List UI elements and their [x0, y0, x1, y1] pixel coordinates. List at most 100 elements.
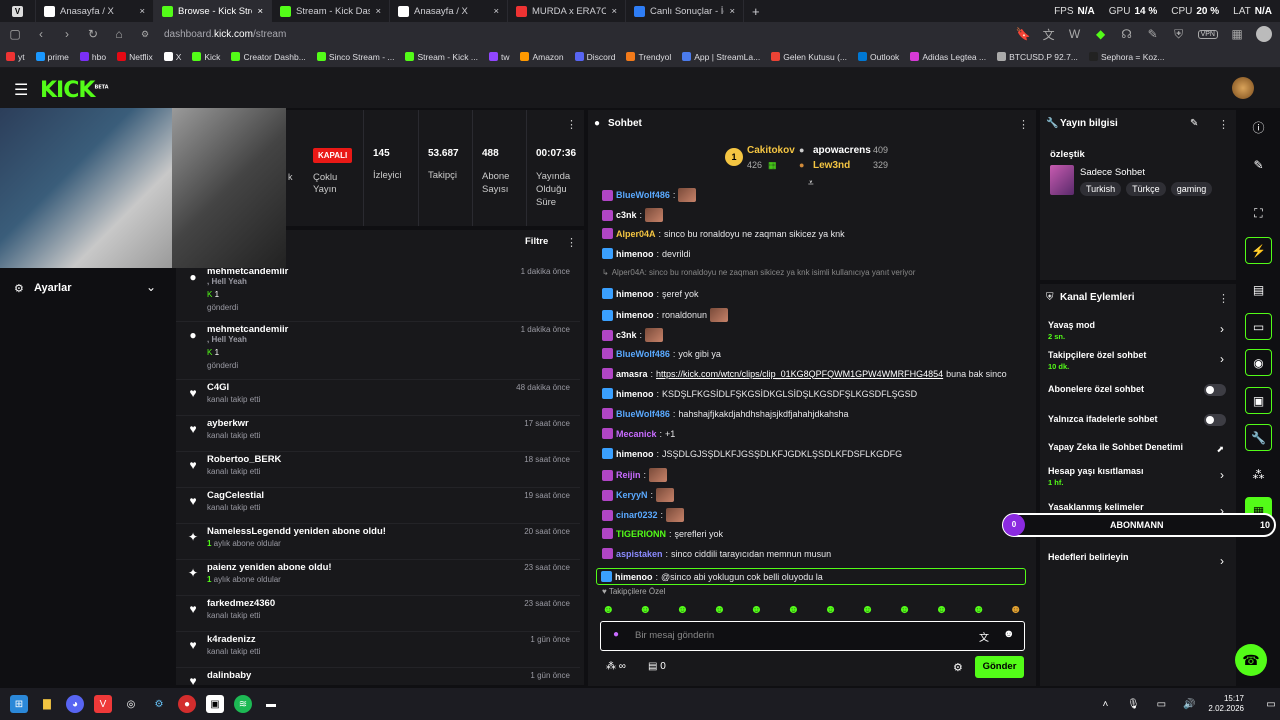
shield-extension-icon[interactable]: ⛨ [1172, 27, 1186, 42]
filter-button[interactable]: Filtre [525, 236, 548, 247]
bookmark-item[interactable]: Discord [574, 52, 615, 62]
network-tray-icon[interactable]: ▭ [1152, 695, 1170, 713]
chat-icon[interactable]: ▭ [1245, 313, 1272, 340]
chat-message[interactable]: himenoo: şeref yok [602, 288, 699, 299]
settings-label[interactable]: Ayarlar [34, 282, 72, 294]
bookmark-item[interactable]: App | StreamLa... [682, 52, 760, 62]
spotify-icon[interactable]: ≋ [234, 695, 252, 713]
close-tab-icon[interactable]: × [611, 6, 617, 17]
activity-item[interactable]: ♥ k4radenizz 1 gün önce kanalı takip etti [176, 632, 580, 668]
send-button[interactable]: Gönder [975, 656, 1024, 678]
discord-icon[interactable]: ◕ [66, 695, 84, 713]
emote-icon[interactable]: ☻ [935, 602, 948, 616]
chat-username[interactable]: Reijin [616, 470, 641, 480]
url-field[interactable]: dashboard.kick.com/stream [164, 29, 286, 40]
bookmark-item[interactable]: prime [35, 52, 69, 62]
bookmark-item[interactable]: Trendyol [626, 52, 671, 62]
emote-icon[interactable]: ☻ [787, 602, 800, 616]
browser-tab[interactable]: MURDA x ERA7CAPONE x × [508, 0, 626, 22]
close-tab-icon[interactable]: × [729, 6, 735, 17]
wifi-extension-icon[interactable]: ☊ [1120, 27, 1134, 41]
bookmark-item[interactable]: yt [6, 52, 25, 62]
media-icon[interactable]: ▣ [1245, 387, 1272, 414]
chat-username[interactable]: c3nk [616, 210, 637, 220]
activity-item[interactable]: ♥ dalinbaby 1 gün önce [176, 668, 580, 685]
more-options-icon[interactable]: ⋮ [566, 236, 577, 249]
back-icon[interactable]: ‹ [34, 27, 48, 41]
bookmark-item[interactable]: Sinco Stream - ... [316, 52, 394, 62]
tag-chip[interactable]: gaming [1170, 182, 1213, 196]
category-name[interactable]: Sadece Sohbet [1080, 167, 1145, 178]
profile-avatar-icon[interactable] [1256, 26, 1272, 42]
points-icon[interactable]: ⁂ ∞ [606, 661, 626, 672]
bookmark-item[interactable]: Gelen Kutusu (... [771, 52, 847, 62]
tag-chip[interactable]: Turkish [1080, 182, 1122, 196]
tools-icon[interactable]: 🔧 [1245, 424, 1272, 451]
chat-message[interactable]: himenoo: devrildi [602, 248, 691, 259]
chat-username[interactable]: c3nk [616, 330, 637, 340]
hamburger-menu-icon[interactable]: ☰ [14, 80, 28, 100]
emote-icon[interactable]: ☻ [602, 602, 615, 616]
chevron-down-icon[interactable]: ⌄ [146, 280, 156, 294]
chat-message[interactable]: Alper04A: sinco bu ronaldoyu ne zaqman si… [602, 228, 845, 239]
translate-icon[interactable]: 文 [1042, 26, 1056, 43]
bookmark-icon[interactable]: 🔖 [1016, 27, 1031, 41]
file-explorer-icon[interactable]: ▇ [38, 695, 56, 713]
chat-username[interactable]: aspistaken [616, 549, 663, 559]
chat-username[interactable]: cinar0232 [616, 510, 658, 520]
reload-icon[interactable]: ↻ [86, 27, 100, 41]
emote-icon[interactable]: ☻ [750, 602, 763, 616]
chat-username[interactable]: BlueWolf486 [616, 349, 670, 359]
chat-username[interactable]: TIGERIONN [616, 529, 666, 539]
close-tab-icon[interactable]: × [257, 6, 263, 17]
chevron-right-icon[interactable]: › [1220, 352, 1224, 366]
chat-message[interactable]: cinar0232: [602, 508, 685, 522]
emote-icon[interactable]: ☻ [713, 602, 726, 616]
chat-message[interactable]: TIGERIONN: şerefleri yok [602, 528, 723, 539]
chat-message[interactable]: BlueWolf486: hahshajfjkakdjahdhshajsjkdfj… [602, 408, 849, 419]
bookmark-item[interactable]: Sephora = Koz... [1088, 52, 1165, 62]
activity-item[interactable]: ♥ Robertoo_BERK 18 saat önce kanalı takip e… [176, 452, 580, 488]
bookmark-item[interactable]: Stream - Kick ... [405, 52, 478, 62]
bookmark-item[interactable]: X [163, 52, 181, 62]
close-tab-icon[interactable]: × [375, 6, 381, 17]
bookmark-item[interactable]: hbo [79, 52, 106, 62]
activity-item[interactable]: ♥ ayberkwr 17 saat önce kanalı takip etti [176, 416, 580, 452]
home-icon[interactable]: ⌂ [112, 27, 126, 41]
bookmark-item[interactable]: Creator Dashb... [231, 52, 306, 62]
fullscreen-icon[interactable]: ⛶ [1245, 200, 1272, 227]
chat-message[interactable]: himenoo: ronaldonun [602, 308, 729, 322]
chat-username[interactable]: Alper04A [616, 229, 656, 239]
chevron-right-icon[interactable]: › [1220, 322, 1224, 336]
extension-icon[interactable]: W [1068, 27, 1082, 41]
activity-item[interactable]: ♥ farkedmez4360 23 saat önce kanalı takip e… [176, 596, 580, 632]
emote-icon[interactable]: ☻ [824, 602, 837, 616]
mic-icon[interactable]: ● [613, 629, 619, 640]
chat-input[interactable]: Bir mesaj gönderin [635, 630, 714, 641]
info-icon[interactable]: ⓘ [1245, 114, 1272, 141]
chat-username[interactable]: himenoo [616, 389, 654, 399]
emote-icon[interactable]: ☻ [972, 602, 985, 616]
close-tab-icon[interactable]: × [139, 6, 145, 17]
emote-icon[interactable]: ☻ [898, 602, 911, 616]
edit-pencil-icon[interactable]: ✎ [1190, 118, 1198, 129]
emote-icon[interactable]: ☻ [861, 602, 874, 616]
store-icon[interactable]: ▤ 0 [648, 661, 666, 672]
bookmark-item[interactable]: BTCUSD.P 92.7... [997, 52, 1078, 62]
new-tab-button[interactable]: + [744, 0, 768, 22]
bookmark-item[interactable]: Adidas Legtea ... [910, 52, 986, 62]
channel-action-item[interactable]: Takipçilere özel sohbet 10 dk. › [1040, 350, 1236, 378]
chat-username[interactable]: KeryyN [616, 490, 648, 500]
edit-icon[interactable]: ✎ [1245, 151, 1272, 178]
close-tab-icon[interactable]: × [493, 6, 499, 17]
bookmark-item[interactable]: Kick [192, 52, 220, 62]
activity-item[interactable]: ✦ paienz yeniden abone oldu! 23 saat önce 1… [176, 560, 580, 596]
more-options-icon[interactable]: ⋮ [1018, 118, 1029, 131]
activity-item[interactable]: ✦ NamelessLegendd yeniden abone oldu! 20 s… [176, 524, 580, 560]
chat-username[interactable]: himenoo [615, 572, 653, 582]
chat-username[interactable]: BlueWolf486 [616, 409, 670, 419]
notifications-icon[interactable]: ▭ [1262, 695, 1280, 713]
chat-username[interactable]: BlueWolf486 [616, 190, 670, 200]
tray-chevron-icon[interactable]: ˄ [1096, 695, 1114, 713]
chat-message[interactable]: BlueWolf486: yok gibi ya [602, 348, 721, 359]
